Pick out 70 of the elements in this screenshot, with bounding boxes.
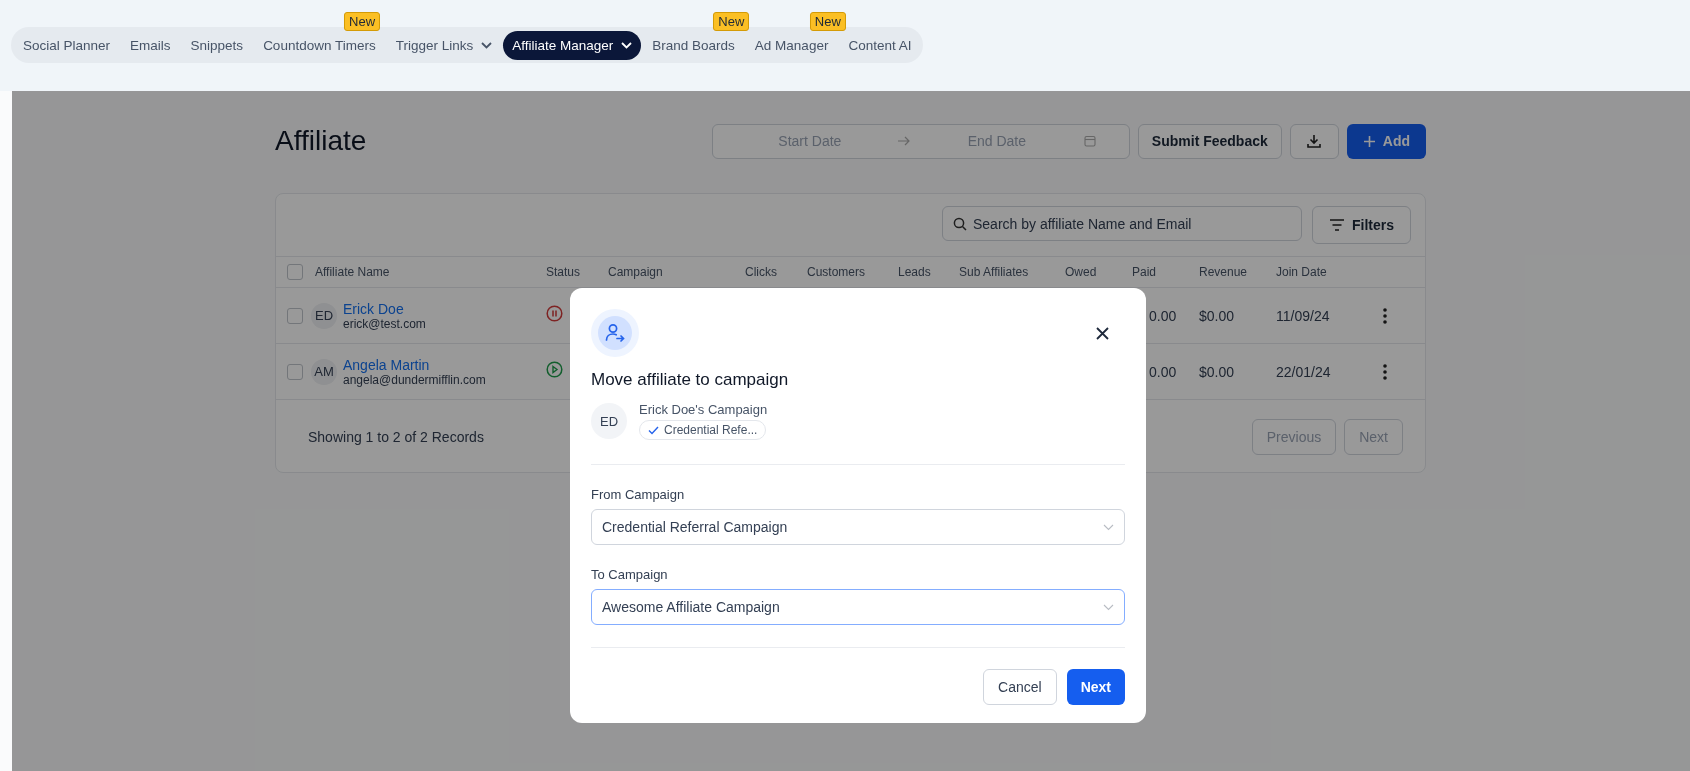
download-button[interactable] — [1289, 123, 1339, 159]
filters-button[interactable]: Filters — [1312, 206, 1411, 244]
nav-tab[interactable]: Countdown Timers — [254, 30, 385, 60]
join-date-cell-text: 22/01/24 — [1276, 363, 1332, 380]
submit-feedback-button[interactable]: Submit Feedback — [1137, 123, 1282, 159]
chevron-down-icon — [621, 41, 633, 49]
avatar-initials: ED — [311, 302, 337, 329]
new-badge: New — [809, 11, 846, 31]
nav-tab[interactable]: Brand Boards — [643, 30, 744, 60]
column-header: Affiliate Name — [315, 265, 391, 279]
end-date-field[interactable]: End Date — [909, 132, 1084, 150]
campaign-name: Erick Doe's Campaign — [639, 402, 768, 417]
new-badge: New — [344, 11, 381, 31]
nav-tab[interactable]: Snippets — [181, 30, 253, 60]
nav-tab[interactable]: Affiliate Manager — [503, 30, 642, 60]
column-header: Owed — [1065, 265, 1098, 279]
start-date-field[interactable]: Start Date — [722, 132, 897, 150]
nav-tab[interactable]: Social Planner — [14, 30, 120, 60]
records-count: Showing 1 to 2 of 2 Records — [308, 429, 484, 445]
avatar-initials: ED — [591, 403, 627, 439]
next-button[interactable]: Next — [1066, 669, 1125, 705]
revenue-cell-text: $0.00 — [1199, 363, 1236, 380]
chevron-down-icon — [1103, 603, 1114, 611]
select-all-checkbox[interactable] — [287, 264, 303, 280]
affiliate-name-link[interactable]: Erick Doe — [343, 300, 426, 317]
column-header: Campaign — [608, 265, 664, 279]
affiliate-name-link[interactable]: Angela Martin — [343, 356, 486, 373]
affiliate-email: erick@test.com — [343, 316, 426, 331]
affiliate-email: angela@dundermifflin.com — [343, 372, 486, 387]
row-checkbox[interactable] — [287, 363, 303, 380]
chevron-down-icon — [481, 41, 493, 49]
plus-icon — [1362, 134, 1376, 148]
more-options-icon[interactable] — [1383, 363, 1387, 380]
avatar-initials: AM — [311, 358, 337, 385]
field-label: From Campaign — [591, 487, 686, 502]
column-header: Sub Affiliates — [959, 265, 1030, 279]
nav-tab[interactable]: Emails — [121, 30, 180, 60]
nav-tab[interactable]: Ad Manager — [745, 30, 838, 60]
campaign-select[interactable]: Awesome Affiliate Campaign — [591, 589, 1125, 625]
filter-icon — [1329, 219, 1345, 231]
column-header: Revenue — [1199, 265, 1249, 279]
more-options-icon[interactable] — [1383, 307, 1387, 324]
column-header: Customers — [807, 265, 866, 279]
join-date-cell-text: 11/09/24 — [1276, 307, 1331, 324]
column-header: Join Date — [1276, 265, 1328, 279]
close-icon — [1096, 326, 1109, 340]
dialog-title: Move affiliate to campaign — [591, 370, 790, 390]
add-button[interactable]: Add — [1346, 123, 1426, 159]
cancel-button[interactable]: Cancel — [983, 669, 1057, 705]
column-header: Paid — [1132, 265, 1158, 279]
column-header: Leads — [898, 265, 932, 279]
paid-cell-text: 0.00 — [1148, 363, 1178, 380]
field-label: To Campaign — [591, 567, 669, 582]
revenue-cell-text: $0.00 — [1199, 307, 1236, 324]
campaign-select[interactable]: Credential Referral Campaign — [591, 509, 1125, 545]
column-header: Clicks — [745, 265, 778, 279]
new-badge: New — [713, 11, 750, 31]
search-icon — [953, 217, 967, 231]
paid-cell-text: 0.00 — [1148, 307, 1178, 324]
column-header: Status — [546, 265, 582, 279]
arrow-right-icon — [896, 136, 910, 146]
chevron-down-icon — [1103, 523, 1114, 531]
search-field[interactable]: Search by affiliate Name and Email — [942, 206, 1302, 241]
nav-tab[interactable]: Content AI — [839, 30, 921, 60]
nav-tab[interactable]: Trigger Links — [386, 30, 502, 60]
calendar-icon — [1083, 135, 1096, 147]
row-checkbox[interactable] — [287, 307, 303, 324]
download-icon — [1306, 133, 1323, 149]
checkmark-icon — [648, 425, 659, 435]
page-title: Affiliate — [275, 125, 367, 157]
